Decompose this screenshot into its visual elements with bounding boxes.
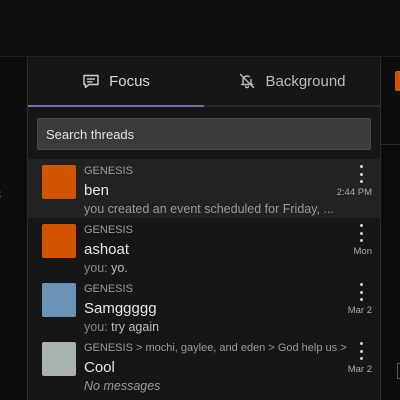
thread-item[interactable]: GENESIS > mochi, gaylee, and eden > God … xyxy=(28,336,380,395)
active-tab-indicator xyxy=(28,105,204,107)
thread-community: GENESIS > mochi, gaylee, and eden > God … xyxy=(84,342,346,354)
thread-timestamp: Mar 2 xyxy=(347,305,372,316)
thread-list: GENESIS ben you created an event schedul… xyxy=(28,159,380,395)
thread-name: Cool xyxy=(84,359,115,376)
thread-avatar xyxy=(42,165,76,199)
thread-options-icon[interactable] xyxy=(354,165,368,183)
thread-item[interactable]: GENESIS ashoat you: yo. Mon xyxy=(28,218,380,277)
tab-background[interactable]: Background xyxy=(204,57,380,105)
thread-timestamp: 2:44 PM xyxy=(336,187,372,198)
thread-item[interactable]: GENESIS Samggggg you: try again Mar 2 xyxy=(28,277,380,336)
chevron-left-icon[interactable]: ‹ xyxy=(0,185,2,201)
search-input[interactable] xyxy=(38,119,370,149)
right-sidebar xyxy=(380,57,400,400)
thread-name: ben xyxy=(84,182,110,199)
tab-focus[interactable]: Focus xyxy=(28,57,204,105)
tab-divider xyxy=(204,105,380,107)
thread-avatar xyxy=(42,342,76,376)
bell-off-icon xyxy=(238,72,256,90)
thread-list-panel: Focus Background GENESIS ben you created… xyxy=(28,57,380,400)
left-sidebar: ‹ xyxy=(0,57,28,400)
search-box xyxy=(37,118,371,150)
tab-focus-label: Focus xyxy=(109,72,150,90)
chat-bubble-icon xyxy=(82,73,100,90)
divider xyxy=(381,144,400,145)
thread-timestamp: Mon xyxy=(353,246,372,257)
thread-item[interactable]: GENESIS ben you created an event schedul… xyxy=(28,159,380,218)
thread-preview: you: yo. xyxy=(84,261,128,275)
thread-community: GENESIS xyxy=(84,165,133,177)
thread-name: ashoat xyxy=(84,241,130,258)
thread-preview: you created an event scheduled for Frida… xyxy=(84,202,334,216)
tab-bar: Focus Background xyxy=(28,57,380,107)
thread-avatar xyxy=(42,224,76,258)
thread-options-icon[interactable] xyxy=(354,342,368,360)
accent-tab[interactable] xyxy=(395,71,400,91)
thread-name: Samggggg xyxy=(84,300,157,317)
tab-background-label: Background xyxy=(265,72,346,90)
thread-options-icon[interactable] xyxy=(354,224,368,242)
thread-avatar xyxy=(42,283,76,317)
thread-community: GENESIS xyxy=(84,283,133,295)
thread-options-icon[interactable] xyxy=(354,283,368,301)
thread-community: GENESIS xyxy=(84,224,133,236)
thread-timestamp: Mar 2 xyxy=(347,364,372,375)
thread-preview: No messages xyxy=(84,379,161,393)
top-bar xyxy=(0,0,400,57)
thread-preview: you: try again xyxy=(84,320,160,334)
